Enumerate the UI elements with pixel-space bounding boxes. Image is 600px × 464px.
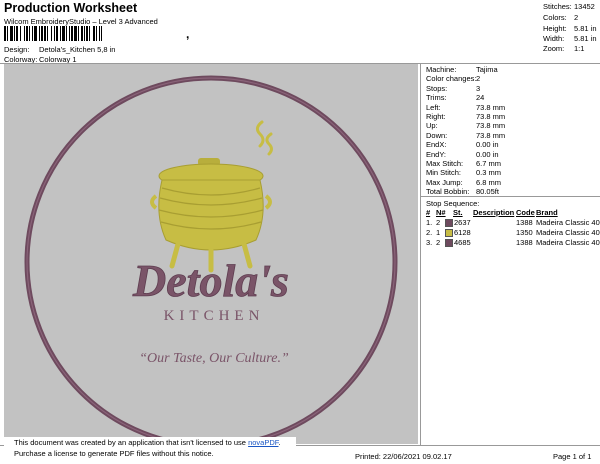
design-value: Detola's_Kitchen 5,8 in: [39, 45, 116, 54]
machine-label: Stops:: [426, 83, 448, 93]
stop-header: Description: [473, 208, 515, 217]
height-value: 5.81 in: [574, 24, 597, 33]
machine-value: 73.8 mm: [476, 112, 506, 121]
machine-value: 2: [476, 74, 481, 84]
license-notice: This document was created by an applicat…: [4, 437, 296, 461]
machine-label: Down:: [426, 130, 448, 140]
zoom-label: Zoom:: [543, 44, 565, 53]
stitches-value: 13452: [574, 2, 595, 11]
machine-value: 24: [476, 93, 485, 103]
stop-cell-st: 4685: [454, 238, 471, 247]
stop-cell-st: 6128: [454, 228, 471, 237]
design-label: Design:: [4, 45, 30, 54]
machine-value: 0.00 in: [476, 149, 499, 159]
width-value: 5.81 in: [574, 34, 597, 43]
machine-label: Total Bobbin:: [426, 187, 470, 197]
barcode-suffix: ,: [186, 27, 190, 41]
machine-label: Max Jump:: [426, 177, 463, 187]
machine-value: 6.7 mm: [476, 159, 502, 168]
cooking-pot-icon: [150, 158, 272, 273]
printed-date: Printed: 22/06/2021 09.02.17: [355, 452, 452, 461]
stop-cell-idx: 2.: [426, 228, 433, 237]
novapdf-link[interactable]: novaPDF: [248, 438, 278, 447]
software-subtitle: Wilcom EmbroideryStudio – Level 3 Advanc…: [4, 17, 158, 26]
machine-label: Machine:: [426, 65, 457, 74]
notice-line1: This document was created by an applicat…: [14, 438, 246, 447]
machine-label: EndY:: [426, 149, 447, 159]
stop-cell-code: 1388: [516, 218, 533, 227]
machine-label: Left:: [426, 102, 441, 112]
stop-cell-code: 1350: [516, 228, 533, 237]
machine-value: 73.8 mm: [476, 130, 506, 140]
thread-color-swatch: [445, 239, 453, 247]
stop-cell-code: 1388: [516, 238, 533, 247]
machine-label: Trims:: [426, 93, 447, 103]
stop-sequence-title: Stop Sequence:: [426, 199, 480, 208]
machine-label: Right:: [426, 112, 446, 121]
stop-cell-n: 1: [436, 228, 441, 237]
machine-value: 0.3 mm: [476, 168, 502, 178]
machine-label: Up:: [426, 121, 438, 131]
stop-header: Code: [516, 208, 535, 217]
machine-value: Tajima: [476, 65, 498, 74]
machine-value: 80.05ft: [476, 187, 499, 197]
brand-subtitle: KITCHEN: [164, 308, 265, 324]
stop-cell-brand: Madeira Classic 40: [536, 228, 600, 237]
height-label: Height:: [543, 24, 567, 33]
stop-cell-st: 2637: [454, 218, 471, 227]
colors-value: 2: [574, 13, 579, 22]
thread-color-swatch: [445, 219, 453, 227]
machine-value: 6.8 mm: [476, 177, 502, 187]
design-preview: Detola's KITCHEN “Our Taste, Our Culture…: [4, 64, 418, 449]
machine-value: 73.8 mm: [476, 121, 506, 131]
machine-label: EndX:: [426, 140, 447, 150]
stop-cell-idx: 3.: [426, 238, 433, 247]
stop-header: St.: [453, 208, 463, 217]
barcode: [4, 26, 184, 41]
steam-icon: [255, 120, 273, 156]
stop-header: N#: [436, 208, 446, 217]
machine-label: Max Stitch:: [426, 159, 464, 168]
stop-cell-brand: Madeira Classic 40: [536, 238, 600, 247]
zoom-value: 1:1: [574, 44, 585, 53]
thread-color-swatch: [445, 229, 453, 237]
notice-line2: Purchase a license to generate PDF files…: [14, 449, 214, 458]
machine-label: Color changes:: [426, 74, 477, 84]
machine-value: 73.8 mm: [476, 102, 506, 112]
stop-header: #: [426, 208, 431, 217]
divider-vertical: [420, 63, 421, 445]
stop-header: Brand: [536, 208, 558, 217]
width-label: Width:: [543, 34, 565, 43]
stop-cell-n: 2: [436, 218, 441, 227]
stop-cell-brand: Madeira Classic 40: [536, 218, 600, 227]
colors-label: Colors:: [543, 13, 567, 22]
stop-cell-idx: 1.: [426, 218, 433, 227]
page-title: Production Worksheet: [4, 1, 138, 15]
page-number: Page 1 of 1: [553, 452, 592, 461]
machine-label: Min Stitch:: [426, 168, 462, 178]
machine-value: 3: [476, 83, 481, 93]
machine-value: 0.00 in: [476, 140, 499, 150]
brand-name: Detola's: [132, 255, 289, 306]
embroidery-artwork: Detola's KITCHEN “Our Taste, Our Culture…: [24, 75, 398, 449]
stop-cell-n: 2: [436, 238, 441, 247]
tagline: “Our Taste, Our Culture.”: [139, 351, 289, 366]
stitches-label: Stitches:: [543, 2, 572, 11]
